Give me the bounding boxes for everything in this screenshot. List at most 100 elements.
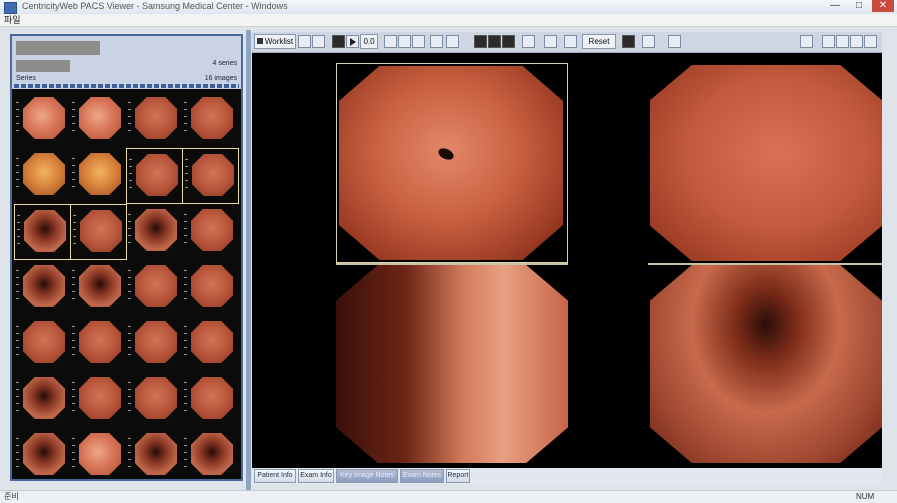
thumbnail-item[interactable] — [126, 260, 183, 316]
close-button[interactable]: ✕ — [872, 0, 894, 12]
fast-forward-icon[interactable] — [398, 35, 411, 48]
thumbnail-image — [79, 433, 121, 475]
thumbnail-item[interactable] — [70, 204, 127, 260]
thumbnail-item[interactable] — [14, 316, 71, 372]
help-icon[interactable] — [836, 35, 849, 48]
thumbnail-annotation — [128, 270, 131, 300]
tab-exam-info[interactable]: Exam Info — [298, 469, 334, 483]
thumbnail-item[interactable] — [126, 148, 183, 204]
thumbnail-annotation — [73, 215, 76, 245]
thumbnail-annotation — [128, 102, 131, 132]
thumbnail-annotation — [128, 438, 131, 468]
thumbnail-image — [79, 97, 121, 139]
tools-icon[interactable] — [822, 35, 835, 48]
link-icon[interactable] — [430, 35, 443, 48]
viewport-4[interactable] — [650, 265, 882, 463]
thumbnail-image — [191, 97, 233, 139]
thumbnail-item[interactable] — [70, 260, 127, 316]
thumbnail-item[interactable] — [126, 92, 183, 148]
thumbnail-item[interactable] — [126, 372, 183, 428]
thumbnail-item[interactable] — [182, 316, 239, 372]
fullscreen-icon[interactable] — [864, 35, 877, 48]
pan-icon[interactable] — [564, 35, 577, 48]
endoscopy-image-4 — [650, 265, 882, 463]
layout-1x2-icon[interactable] — [488, 35, 501, 48]
thumbnail-image — [135, 97, 177, 139]
email-icon[interactable] — [668, 35, 681, 48]
thumbnail-item[interactable] — [14, 204, 71, 260]
rewind-icon[interactable] — [384, 35, 397, 48]
viewport-1[interactable] — [336, 63, 568, 263]
tab-report[interactable]: Report — [446, 469, 470, 483]
thumbnail-item[interactable] — [70, 316, 127, 372]
thumbnail-item[interactable] — [14, 148, 71, 204]
thumbnail-item[interactable] — [126, 428, 183, 484]
thumbnail-annotation — [16, 382, 19, 412]
thumbnail-item[interactable] — [182, 204, 239, 260]
tab-key-image-notes[interactable]: Key Image Notes — [336, 469, 398, 483]
thumbnail-item[interactable] — [70, 428, 127, 484]
maximize-button[interactable]: □ — [848, 0, 870, 12]
redacted-patient-id — [16, 60, 70, 72]
magnify-tool-icon[interactable] — [446, 35, 459, 48]
thumbnail-item[interactable] — [70, 148, 127, 204]
play-icon[interactable] — [346, 35, 359, 48]
save-icon[interactable] — [642, 35, 655, 48]
thumbnail-item[interactable] — [14, 428, 71, 484]
thumbnail-item[interactable] — [14, 260, 71, 316]
thumbnail-annotation — [128, 382, 131, 412]
endoscopy-image-3 — [336, 265, 568, 463]
worklist-icon — [256, 38, 263, 44]
viewport-2[interactable] — [650, 65, 882, 261]
info-tab-bar: Patient Info Exam Info Key Image Notes Exam… — [252, 468, 882, 484]
thumbnail-image — [191, 321, 233, 363]
reset-button[interactable]: Reset — [582, 34, 616, 49]
undo-icon[interactable] — [298, 35, 311, 48]
thumbnail-annotation — [184, 438, 187, 468]
zoom-icon[interactable] — [544, 35, 557, 48]
thumbnail-item[interactable] — [14, 372, 71, 428]
thumbnail-item[interactable] — [182, 148, 239, 204]
window-title: CentricityWeb PACS Viewer - Samsung Medi… — [22, 1, 288, 11]
thumbnail-item[interactable] — [182, 92, 239, 148]
thumbnail-item[interactable] — [126, 316, 183, 372]
series-count: 4 series — [212, 60, 237, 67]
thumbnail-item[interactable] — [182, 372, 239, 428]
print-icon[interactable] — [622, 35, 635, 48]
image-viewport[interactable] — [252, 53, 882, 468]
thumbnail-annotation — [184, 270, 187, 300]
thumbnail-item[interactable] — [14, 92, 71, 148]
redacted-patient-name — [16, 41, 100, 55]
layout-2x2-icon[interactable] — [502, 35, 515, 48]
layout-1x1-icon[interactable] — [474, 35, 487, 48]
minimize-button[interactable]: — — [824, 0, 846, 12]
thumbnail-item[interactable] — [126, 204, 183, 260]
series-scrollbar[interactable] — [14, 84, 239, 88]
frame-value-field[interactable]: 0.0 — [360, 34, 378, 49]
thumbnail-item[interactable] — [70, 92, 127, 148]
menu-file[interactable]: 파일 — [4, 14, 21, 26]
thumbnail-image — [79, 265, 121, 307]
panel-splitter[interactable] — [246, 30, 251, 492]
thumbnail-image — [135, 321, 177, 363]
thumbnail-image — [135, 209, 177, 251]
thumbnail-item[interactable] — [182, 260, 239, 316]
redo-icon[interactable] — [312, 35, 325, 48]
viewport-3[interactable] — [336, 265, 568, 463]
fit-window-icon[interactable] — [522, 35, 535, 48]
study-header: 4 series Series 16 images — [12, 36, 241, 89]
tab-exam-notes[interactable]: Exam Notes — [400, 469, 444, 483]
thumbnail-image — [191, 209, 233, 251]
settings-icon[interactable] — [850, 35, 863, 48]
layout-toggle-icon[interactable] — [800, 35, 813, 48]
thumbnail-image — [135, 433, 177, 475]
thumbnail-item[interactable] — [70, 372, 127, 428]
pause-icon[interactable] — [332, 35, 345, 48]
thumbnail-image — [192, 154, 234, 196]
thumbnail-item[interactable] — [182, 428, 239, 484]
tab-patient-info[interactable]: Patient Info — [254, 469, 296, 483]
stop-icon[interactable] — [412, 35, 425, 48]
worklist-button[interactable]: Worklist — [254, 34, 296, 49]
thumbnail-annotation — [72, 326, 75, 356]
thumbnail-image — [79, 377, 121, 419]
